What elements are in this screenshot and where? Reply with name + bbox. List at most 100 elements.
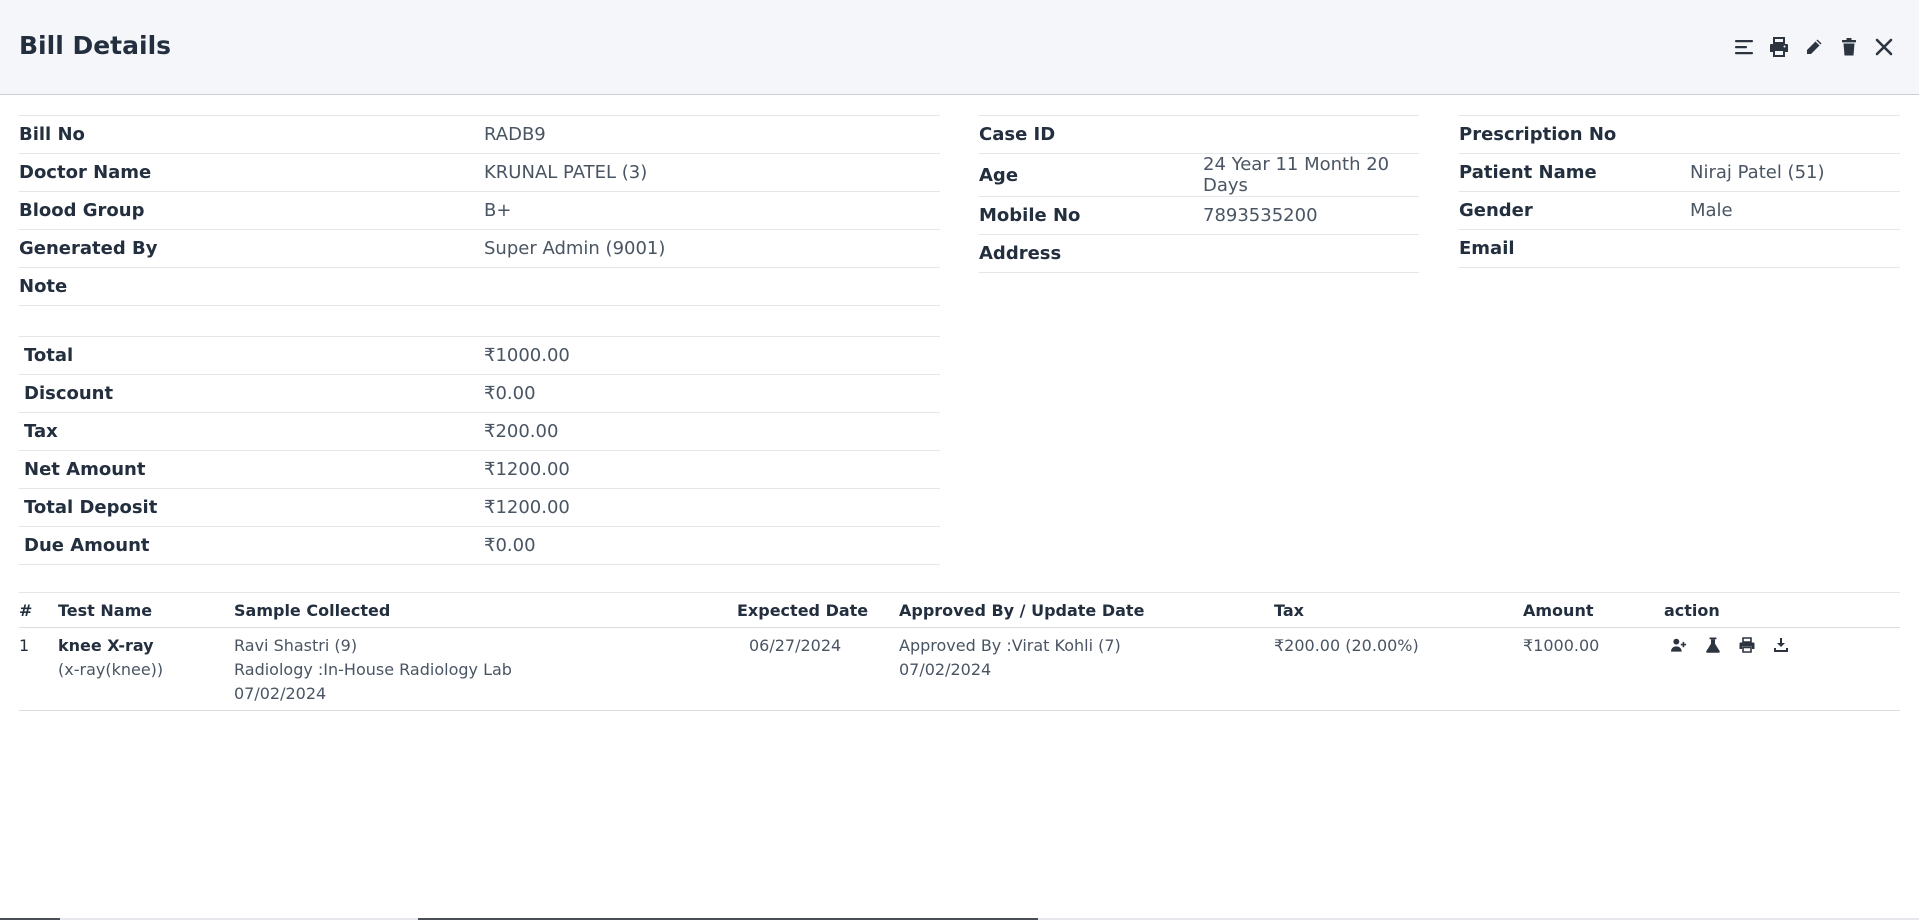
value-note xyxy=(484,268,940,306)
info-row: Address xyxy=(979,235,1419,273)
col-approved-by: Approved By / Update Date xyxy=(899,600,1145,620)
value-patient-name: Niraj Patel (51) xyxy=(1690,162,1825,183)
info-row: Bill No RADB9 xyxy=(19,115,940,154)
value-doctor-name: KRUNAL PATEL (3) xyxy=(484,162,648,183)
info-row: Email xyxy=(1459,230,1900,268)
approved-cell: Approved By :Virat Kohli (7) 07/02/2024 xyxy=(899,628,1274,711)
bill-details-body: Bill No RADB9 Doctor Name KRUNAL PATEL (3)… xyxy=(0,95,1919,920)
label-tax: Tax xyxy=(24,421,58,442)
sample-date: 07/02/2024 xyxy=(234,684,327,703)
case-info-table: Case ID Age 24 Year 11 Month 20 Days Mobi… xyxy=(979,115,1419,273)
info-row: Blood Group B+ xyxy=(19,192,940,230)
sample-collected-cell: Ravi Shastri (9) Radiology :In-House Rad… xyxy=(234,628,737,711)
header-actions xyxy=(1734,37,1900,57)
totals-row: Net Amount ₹1200.00 xyxy=(19,451,940,489)
value-total: ₹1000.00 xyxy=(484,345,570,366)
info-row: Prescription No xyxy=(1459,115,1900,154)
info-row: Note xyxy=(19,268,940,306)
info-row: Doctor Name KRUNAL PATEL (3) xyxy=(19,154,940,192)
download-icon[interactable] xyxy=(1773,637,1789,653)
value-prescription-no xyxy=(1690,116,1900,154)
totals-row: Tax ₹200.00 xyxy=(19,413,940,451)
totals-row: Total ₹1000.00 xyxy=(19,336,940,375)
expected-date: 06/27/2024 xyxy=(749,636,842,655)
col-test-name: Test Name xyxy=(58,600,153,620)
tax-value: ₹200.00 (20.00%) xyxy=(1274,636,1419,655)
close-icon[interactable] xyxy=(1874,37,1894,57)
col-expected-date: Expected Date xyxy=(737,600,869,620)
totals-row: Total Deposit ₹1200.00 xyxy=(19,489,940,527)
label-email: Email xyxy=(1459,238,1515,259)
totals-row: Discount ₹0.00 xyxy=(19,375,940,413)
col-tax: Tax xyxy=(1274,600,1304,620)
label-bill-no: Bill No xyxy=(19,124,85,145)
value-age: 24 Year 11 Month 20 Days xyxy=(1203,154,1390,196)
label-gender: Gender xyxy=(1459,200,1533,221)
label-address: Address xyxy=(979,243,1062,264)
info-row: Patient Name Niraj Patel (51) xyxy=(1459,154,1900,192)
col-number: # xyxy=(19,600,33,620)
label-generated-by: Generated By xyxy=(19,238,158,259)
label-case-id: Case ID xyxy=(979,124,1056,145)
label-mobile-no: Mobile No xyxy=(979,205,1081,226)
label-total: Total xyxy=(24,345,74,366)
test-short-name: (x-ray(knee)) xyxy=(58,660,164,679)
action-cell xyxy=(1664,628,1900,711)
row-number: 1 xyxy=(19,636,30,655)
info-row: Generated By Super Admin (9001) xyxy=(19,230,940,268)
table-row: 1 knee X-ray (x-ray(knee)) Ravi Shastri … xyxy=(19,628,1900,711)
label-age: Age xyxy=(979,164,1019,186)
flask-icon[interactable] xyxy=(1705,637,1721,653)
value-email xyxy=(1690,230,1900,268)
value-gender: Male xyxy=(1690,200,1733,221)
add-user-icon[interactable] xyxy=(1671,637,1687,653)
update-date: 07/02/2024 xyxy=(899,660,992,679)
value-blood-group: B+ xyxy=(484,200,512,221)
col-sample-collected: Sample Collected xyxy=(234,600,391,620)
approved-by: Approved By :Virat Kohli (7) xyxy=(899,636,1121,655)
label-prescription-no: Prescription No xyxy=(1459,124,1617,145)
sample-lab: Radiology :In-House Radiology Lab xyxy=(234,660,512,679)
info-row: Case ID xyxy=(979,115,1419,154)
test-name: knee X-ray xyxy=(58,636,154,655)
edit-icon[interactable] xyxy=(1804,37,1824,57)
label-blood-group: Blood Group xyxy=(19,200,145,221)
label-due-amount: Due Amount xyxy=(24,535,150,556)
col-amount: Amount xyxy=(1523,600,1594,620)
test-name-cell: knee X-ray (x-ray(knee)) xyxy=(58,628,234,711)
value-bill-no: RADB9 xyxy=(484,124,546,145)
value-due-amount: ₹0.00 xyxy=(484,535,536,556)
tests-table: # Test Name Sample Collected Expected Da… xyxy=(19,592,1900,711)
label-patient-name: Patient Name xyxy=(1459,162,1597,183)
value-tax: ₹200.00 xyxy=(484,421,559,442)
value-generated-by: Super Admin (9001) xyxy=(484,238,666,259)
label-net-amount: Net Amount xyxy=(24,459,146,480)
value-case-id xyxy=(1203,116,1419,154)
value-total-deposit: ₹1200.00 xyxy=(484,497,570,518)
menu-icon[interactable] xyxy=(1734,37,1754,57)
sample-collected-by: Ravi Shastri (9) xyxy=(234,636,358,655)
bill-info-table: Bill No RADB9 Doctor Name KRUNAL PATEL (3)… xyxy=(19,115,940,306)
patient-info-table: Prescription No Patient Name Niraj Patel … xyxy=(1459,115,1900,268)
amount-value: ₹1000.00 xyxy=(1523,636,1600,655)
value-mobile-no: 7893535200 xyxy=(1203,205,1318,226)
totals-row: Due Amount ₹0.00 xyxy=(19,527,940,565)
label-discount: Discount xyxy=(24,383,114,404)
info-row: Mobile No 7893535200 xyxy=(979,197,1419,235)
label-doctor-name: Doctor Name xyxy=(19,162,152,183)
modal-header: Bill Details xyxy=(0,0,1919,95)
page-title: Bill Details xyxy=(19,30,172,60)
label-note: Note xyxy=(19,276,68,297)
tests-header-row: # Test Name Sample Collected Expected Da… xyxy=(19,592,1900,628)
print-icon[interactable] xyxy=(1739,637,1755,653)
info-row: Age 24 Year 11 Month 20 Days xyxy=(979,154,1419,197)
info-row: Gender Male xyxy=(1459,192,1900,230)
label-total-deposit: Total Deposit xyxy=(24,497,158,518)
totals-table: Total ₹1000.00 Discount ₹0.00 Tax ₹200.00 N… xyxy=(19,336,940,565)
value-net-amount: ₹1200.00 xyxy=(484,459,570,480)
delete-icon[interactable] xyxy=(1839,37,1859,57)
value-discount: ₹0.00 xyxy=(484,383,536,404)
row-actions xyxy=(1664,634,1900,653)
value-address xyxy=(1203,235,1419,273)
print-icon[interactable] xyxy=(1769,37,1789,57)
